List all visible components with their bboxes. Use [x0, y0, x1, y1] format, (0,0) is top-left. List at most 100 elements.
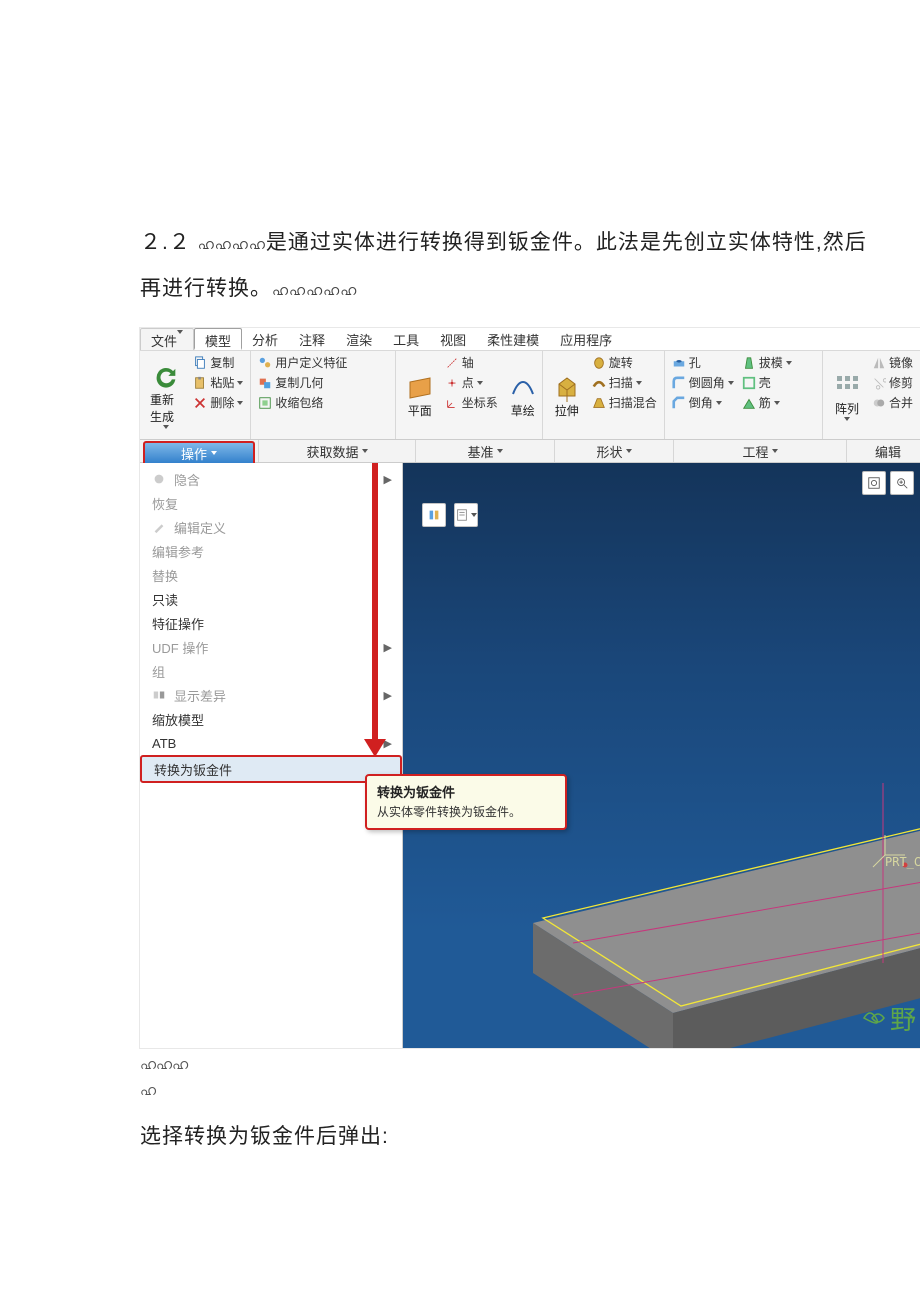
delete-icon	[193, 396, 207, 410]
udf-button[interactable]: 用户定义特征	[255, 353, 350, 372]
edit-icon	[152, 520, 166, 534]
round-icon	[672, 376, 686, 390]
view-controls	[862, 471, 914, 495]
point-icon	[445, 376, 459, 390]
spacer-glyphs-2: ഹ	[0, 1084, 920, 1100]
group-eng[interactable]: 工程	[674, 440, 847, 462]
copygeo-icon	[258, 376, 272, 390]
extrude-icon	[553, 374, 581, 402]
menu-convert-sheetmetal[interactable]: 转换为钣金件	[140, 755, 402, 783]
sweep-button[interactable]: 扫描	[589, 373, 660, 392]
round-button[interactable]: 倒圆角	[669, 373, 737, 392]
operate-menu: 隐含▶ 恢复 编辑定义 编辑参考 替换 只读 特征操作 UDF 操作▶ 组 显示…	[140, 463, 402, 783]
regenerate-button[interactable]: 重新生成	[144, 353, 188, 439]
hide-icon	[152, 472, 166, 486]
tab-model[interactable]: 模型	[194, 328, 242, 350]
menu-atb[interactable]: ATB▶	[140, 731, 402, 755]
plane-button[interactable]: 平面	[400, 353, 440, 439]
paste-icon	[193, 376, 207, 390]
shrinkwrap-icon	[258, 396, 272, 410]
group-getdata[interactable]: 获取数据	[259, 440, 416, 462]
zoom-in-icon	[895, 476, 909, 490]
tooltip-body: 从实体零件转换为钣金件。	[377, 803, 555, 820]
watermark: 野	[858, 1000, 916, 1037]
menu-featop[interactable]: 特征操作	[140, 611, 402, 635]
draft-button[interactable]: 拔模	[739, 353, 795, 372]
hole-button[interactable]: 孔	[669, 353, 737, 372]
section-number: ２.２	[140, 231, 191, 254]
sketch-icon	[509, 374, 537, 402]
copy-icon	[193, 356, 207, 370]
rib-button[interactable]: 筋	[739, 393, 795, 412]
menu-editdef[interactable]: 编辑定义	[140, 515, 402, 539]
graphics-canvas[interactable]: PRT_CSYS_DEF 野	[403, 463, 920, 1048]
tab-annotate[interactable]: 注释	[289, 328, 336, 350]
tab-tools[interactable]: 工具	[383, 328, 430, 350]
main-tab-strip: 文件 模型 分析 注释 渲染 工具 视图 柔性建模 应用程序	[140, 328, 920, 351]
decor-chars-2: ഹഹഹഹഹ	[272, 284, 357, 299]
menu-resume[interactable]: 恢复	[140, 491, 402, 515]
chevron-down-icon	[163, 425, 169, 429]
revolve-button[interactable]: 旋转	[589, 353, 660, 372]
menu-scale[interactable]: 缩放模型	[140, 707, 402, 731]
tab-file[interactable]: 文件	[140, 328, 194, 350]
axis-button[interactable]: 轴	[442, 353, 501, 372]
watermark-icon	[858, 1004, 888, 1034]
annotation-arrow	[364, 463, 386, 763]
mirror-icon	[872, 356, 886, 370]
chamfer-button[interactable]: 倒角	[669, 393, 737, 412]
mini-tool-2[interactable]	[454, 503, 478, 527]
sweepblend-button[interactable]: 扫描混合	[589, 393, 660, 412]
menu-showdiff[interactable]: 显示差异▶	[140, 683, 402, 707]
shrinkwrap-button[interactable]: 收缩包络	[255, 393, 350, 412]
tab-analysis[interactable]: 分析	[242, 328, 289, 350]
mini-toolbar	[422, 503, 478, 527]
zoom-in-button[interactable]	[890, 471, 914, 495]
menu-udfop[interactable]: UDF 操作▶	[140, 635, 402, 659]
tab-app[interactable]: 应用程序	[550, 328, 623, 350]
extrude-button[interactable]: 拉伸	[547, 353, 587, 439]
pattern-button[interactable]: 阵列	[827, 353, 867, 439]
sketch-button[interactable]: 草绘	[503, 353, 543, 439]
shell-icon	[742, 376, 756, 390]
menu-group[interactable]: 组	[140, 659, 402, 683]
menu-hide[interactable]: 隐含▶	[140, 467, 402, 491]
tab-render[interactable]: 渲染	[336, 328, 383, 350]
tab-flex[interactable]: 柔性建模	[477, 328, 550, 350]
shell-button[interactable]: 壳	[739, 373, 795, 392]
copygeo-button[interactable]: 复制几何	[255, 373, 350, 392]
mirror-button[interactable]: 镜像	[869, 353, 916, 372]
paragraph-2: 选择转换为钣金件后弹出:	[0, 1114, 920, 1160]
tab-view[interactable]: 视图	[430, 328, 477, 350]
group-shape[interactable]: 形状	[555, 440, 674, 462]
delete-button[interactable]: 删除	[190, 393, 246, 412]
chevron-down-icon	[211, 451, 217, 455]
merge-button[interactable]: 合并	[869, 393, 916, 412]
menu-readonly[interactable]: 只读	[140, 587, 402, 611]
group-edit: 编辑	[847, 440, 920, 462]
axis-icon	[445, 356, 459, 370]
zoom-fit-icon	[867, 476, 881, 490]
point-button[interactable]: 点	[442, 373, 501, 392]
sweep-icon	[592, 376, 606, 390]
page-icon	[455, 508, 469, 522]
mini-tool-1[interactable]	[422, 503, 446, 527]
merge-icon	[872, 396, 886, 410]
pattern-icon	[833, 372, 861, 400]
paste-button[interactable]: 粘贴	[190, 373, 246, 392]
operate-dropdown[interactable]: 操作	[143, 441, 255, 466]
menu-editref[interactable]: 编辑参考	[140, 539, 402, 563]
copy-button[interactable]: 复制	[190, 353, 246, 372]
trim-icon	[872, 376, 886, 390]
zoom-fit-button[interactable]	[862, 471, 886, 495]
regenerate-label: 重新生成	[150, 391, 182, 425]
menu-replace[interactable]: 替换	[140, 563, 402, 587]
csys-button[interactable]: 坐标系	[442, 393, 501, 412]
regenerate-icon	[152, 363, 180, 391]
decor-chars: ഹഹഹഹ	[198, 238, 266, 253]
trim-button[interactable]: 修剪	[869, 373, 916, 392]
group-datum[interactable]: 基准	[416, 440, 555, 462]
tooltip-title: 转换为钣金件	[377, 782, 555, 801]
tool-icon	[427, 508, 441, 522]
ribbon: 重新生成 复制 粘贴 删除 用户定义特征 复制几何 收缩包络	[140, 351, 920, 440]
